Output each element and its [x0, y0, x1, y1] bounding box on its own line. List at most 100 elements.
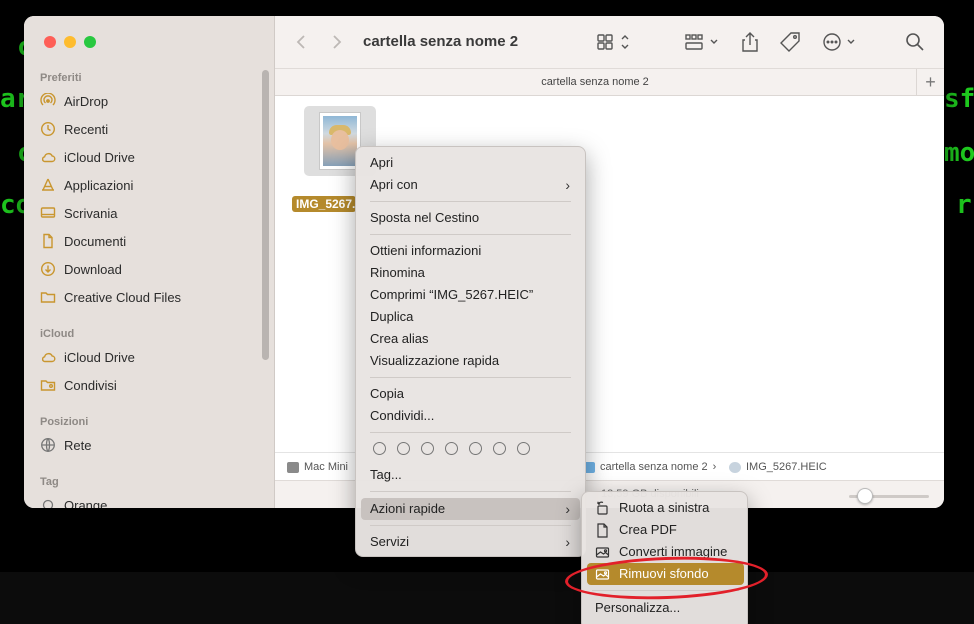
menu-item-label: Copia	[370, 386, 404, 401]
globe-icon	[40, 437, 56, 453]
sidebar-item-icloud-drive-2[interactable]: iCloud Drive	[40, 345, 135, 369]
menu-separator	[370, 432, 571, 433]
photo-face	[331, 130, 349, 150]
sidebar-section-favorites: Preferiti	[40, 72, 82, 84]
sidebar-item-creative-cloud[interactable]: Creative Cloud Files	[40, 285, 181, 309]
sidebar-item-icloud-drive[interactable]: iCloud Drive	[40, 145, 135, 169]
submenu-item-rotate-left[interactable]: Ruota a sinistra	[587, 497, 744, 519]
sidebar-item-label: Scrivania	[64, 205, 118, 221]
rotate-left-icon	[595, 501, 610, 516]
sidebar-item-documents[interactable]: Documenti	[40, 229, 126, 253]
menu-item-quick-look[interactable]: Visualizzazione rapida	[361, 350, 580, 372]
submenu-item-create-pdf[interactable]: Crea PDF	[587, 519, 744, 541]
tab-current[interactable]: cartella senza nome 2	[275, 76, 915, 88]
file-name-label[interactable]: IMG_5267.	[292, 196, 356, 212]
tag-color-dot[interactable]	[445, 442, 458, 455]
back-button[interactable]	[291, 32, 311, 52]
menu-item-make-alias[interactable]: Crea alias	[361, 328, 580, 350]
sidebar-scrollbar[interactable]	[262, 70, 269, 360]
menu-item-label: Rinomina	[370, 265, 425, 280]
tag-color-dot[interactable]	[397, 442, 410, 455]
path-item-file[interactable]: IMG_5267.HEIC	[729, 461, 827, 473]
path-separator: ›	[712, 461, 717, 473]
tag-color-dot[interactable]	[517, 442, 530, 455]
sidebar-section-locations: Posizioni	[40, 416, 89, 428]
path-item-label: Mac Mini	[304, 461, 349, 473]
tag-color-dot[interactable]	[493, 442, 506, 455]
search-icon	[906, 33, 924, 51]
sidebar-item-label: Rete	[64, 437, 92, 453]
sidebar-item-label: Recenti	[64, 121, 109, 137]
group-button[interactable]	[684, 31, 724, 53]
menu-item-label: Crea alias	[370, 331, 429, 346]
chevron-right-icon	[333, 35, 342, 49]
menu-item-label: Condividi...	[370, 408, 435, 423]
sidebar-item-network[interactable]: Rete	[40, 433, 91, 457]
sidebar-section-tags: Tag	[40, 476, 59, 488]
new-tab-button[interactable]: +	[916, 69, 944, 96]
sidebar-item-tag-orange[interactable]: Orange	[40, 493, 107, 508]
document-icon	[40, 233, 56, 249]
path-item-label: IMG_5267.HEIC	[746, 461, 827, 473]
tag-color-dot[interactable]	[373, 442, 386, 455]
path-item-mac[interactable]: Mac Mini	[287, 461, 348, 473]
desktop-icon	[40, 205, 56, 221]
sidebar-item-recents[interactable]: Recenti	[40, 117, 108, 141]
menu-separator	[370, 491, 571, 492]
menu-item-label: Apri con	[370, 177, 418, 192]
menu-item-label: Apri	[370, 155, 394, 170]
tag-icon	[780, 32, 800, 52]
menu-item-compress[interactable]: Comprimi “IMG_5267.HEIC”	[361, 284, 580, 306]
view-mode-button[interactable]	[596, 31, 634, 53]
tab-bar: cartella senza nome 2 +	[275, 68, 944, 96]
cloud-icon	[40, 149, 56, 165]
airdrop-icon	[40, 93, 56, 109]
submenu-item-customize[interactable]: Personalizza...	[595, 600, 680, 615]
submenu-item-label: Ruota a sinistra	[619, 500, 710, 515]
sidebar-item-desktop[interactable]: Scrivania	[40, 201, 117, 225]
menu-item-label: Servizi	[370, 534, 410, 549]
menu-item-quick-actions[interactable]: Azioni rapide ›	[361, 498, 580, 520]
path-item-folder[interactable]: cartella senza nome 2 ›	[583, 461, 716, 473]
menu-item-get-info[interactable]: Ottieni informazioni	[361, 240, 580, 262]
pdf-icon	[595, 522, 610, 538]
menu-item-rename[interactable]: Rinomina	[361, 262, 580, 284]
forward-button[interactable]	[327, 32, 347, 52]
menu-separator	[370, 234, 571, 235]
chevron-right-icon: ›	[565, 501, 570, 517]
menu-item-label: Sposta nel Cestino	[370, 210, 480, 225]
menu-item-label: Azioni rapide	[370, 501, 446, 516]
more-actions-button[interactable]	[821, 31, 861, 53]
folder-icon	[40, 289, 56, 305]
search-button[interactable]	[905, 31, 925, 53]
menu-item-tags[interactable]: Tag...	[361, 464, 580, 486]
share-icon	[742, 32, 758, 52]
minimize-window-button[interactable]	[64, 36, 76, 48]
zoom-window-button[interactable]	[84, 36, 96, 48]
menu-item-open[interactable]: Apri	[361, 152, 580, 174]
terminal-text: sfo	[944, 84, 974, 114]
tag-color-dot[interactable]	[469, 442, 482, 455]
icon-size-slider-knob[interactable]	[857, 488, 873, 504]
sidebar-section-icloud: iCloud	[40, 328, 75, 340]
menu-item-copy[interactable]: Copia	[361, 383, 580, 405]
tag-color-dot[interactable]	[421, 442, 434, 455]
sidebar-item-applications[interactable]: Applicazioni	[40, 173, 133, 197]
applications-icon	[40, 177, 56, 193]
clock-icon	[40, 121, 56, 137]
tag-button[interactable]	[779, 31, 801, 53]
menu-item-services[interactable]: Servizi ›	[361, 531, 580, 553]
menu-item-duplicate[interactable]: Duplica	[361, 306, 580, 328]
share-button[interactable]	[741, 31, 759, 53]
menu-separator	[370, 377, 571, 378]
menu-item-trash[interactable]: Sposta nel Cestino	[361, 207, 580, 229]
menu-item-share[interactable]: Condividi...	[361, 405, 580, 427]
sidebar-item-airdrop[interactable]: AirDrop	[40, 89, 108, 113]
menu-item-label: Tag...	[370, 467, 402, 482]
close-window-button[interactable]	[44, 36, 56, 48]
sidebar-item-label: Documenti	[64, 233, 127, 249]
shared-folder-icon	[40, 377, 56, 393]
menu-item-open-with[interactable]: Apri con ›	[361, 174, 580, 196]
sidebar-item-downloads[interactable]: Download	[40, 257, 122, 281]
sidebar-item-shared[interactable]: Condivisi	[40, 373, 117, 397]
